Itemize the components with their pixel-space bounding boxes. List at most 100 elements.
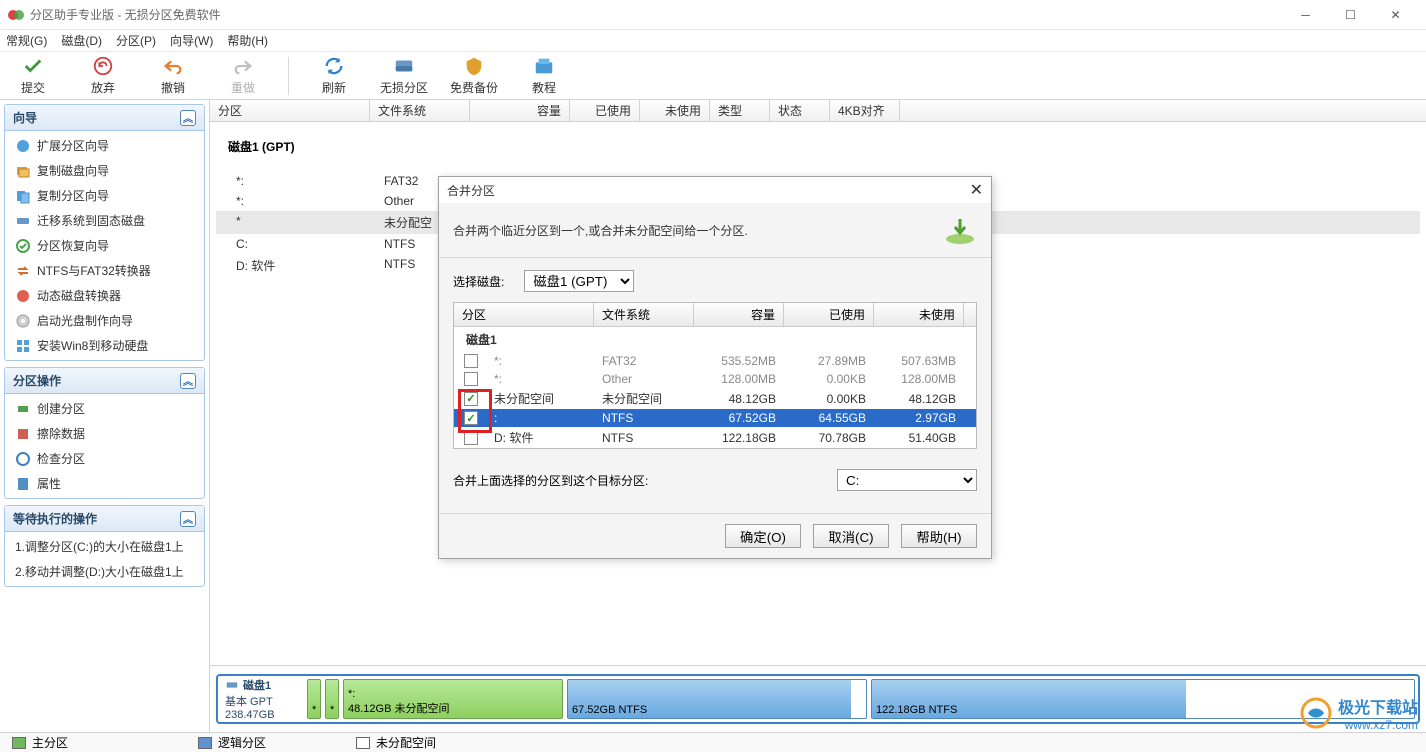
discard-icon bbox=[92, 55, 114, 77]
col-fs[interactable]: 文件系统 bbox=[370, 100, 470, 121]
help-button[interactable]: 帮助(H) bbox=[901, 524, 977, 548]
disk-segment[interactable]: * bbox=[307, 679, 321, 719]
sidebar-item-win8[interactable]: 安装Win8到移动硬盘 bbox=[5, 333, 204, 358]
ops-panel-title: 分区操作 bbox=[13, 372, 61, 389]
disk-segment[interactable]: * bbox=[325, 679, 339, 719]
recover-icon bbox=[15, 238, 31, 254]
merge-dialog: 合并分区 ✕ 合并两个临近分区到一个,或合并未分配空间给一个分区. 选择磁盘: … bbox=[438, 176, 992, 559]
tutorial-button[interactable]: 教程 bbox=[519, 55, 569, 96]
undo-icon bbox=[162, 55, 184, 77]
redo-icon bbox=[232, 55, 254, 77]
commit-button[interactable]: 提交 bbox=[8, 55, 58, 96]
dcol-free[interactable]: 未使用 bbox=[874, 303, 964, 326]
sidebar-item-ntfs-fat32[interactable]: NTFS与FAT32转换器 bbox=[5, 258, 204, 283]
dialog-close-button[interactable]: ✕ bbox=[970, 180, 983, 200]
maximize-button[interactable]: ☐ bbox=[1328, 1, 1373, 29]
dialog-row[interactable]: :NTFS67.52GB64.55GB2.97GB bbox=[454, 409, 976, 427]
merge-icon bbox=[943, 213, 977, 247]
menu-partition[interactable]: 分区(P) bbox=[116, 32, 156, 49]
sidebar-item-props[interactable]: 属性 bbox=[5, 471, 204, 496]
ssd-icon bbox=[15, 213, 31, 229]
target-label: 合并上面选择的分区到这个目标分区: bbox=[453, 472, 648, 489]
dcol-partition[interactable]: 分区 bbox=[454, 303, 594, 326]
checkbox[interactable] bbox=[464, 411, 478, 425]
menu-wizard[interactable]: 向导(W) bbox=[170, 32, 213, 49]
menu-general[interactable]: 常规(G) bbox=[6, 32, 47, 49]
wizard-panel: 向导 ︽ 扩展分区向导 复制磁盘向导 复制分区向导 迁移系统到固态磁盘 分区恢复向… bbox=[4, 104, 205, 361]
dialog-disk-row: 磁盘1 bbox=[454, 327, 976, 352]
dcol-fs[interactable]: 文件系统 bbox=[594, 303, 694, 326]
minimize-button[interactable]: ─ bbox=[1283, 1, 1328, 29]
sidebar-item-copy-partition[interactable]: 复制分区向导 bbox=[5, 183, 204, 208]
pending-panel-title: 等待执行的操作 bbox=[13, 510, 97, 527]
dcol-used[interactable]: 已使用 bbox=[784, 303, 874, 326]
dialog-row[interactable]: *:FAT32535.52MB27.89MB507.63MB bbox=[454, 352, 976, 370]
sidebar-item-wipe[interactable]: 擦除数据 bbox=[5, 421, 204, 446]
sidebar-item-check[interactable]: 检查分区 bbox=[5, 446, 204, 471]
toolbar-separator bbox=[288, 57, 289, 95]
dialog-row[interactable]: D: 软件NTFS122.18GB70.78GB51.40GB bbox=[454, 427, 976, 448]
toolbar: 提交 放弃 撤销 重做 刷新 无损分区 免费备份 教程 bbox=[0, 52, 1426, 100]
tutorial-icon bbox=[533, 55, 555, 77]
dialog-titlebar[interactable]: 合并分区 ✕ bbox=[439, 177, 991, 203]
sidebar-item-extend[interactable]: 扩展分区向导 bbox=[5, 133, 204, 158]
sidebar-item-migrate-ssd[interactable]: 迁移系统到固态磁盘 bbox=[5, 208, 204, 233]
dialog-row[interactable]: 未分配空间未分配空间48.12GB0.00KB48.12GB bbox=[454, 388, 976, 409]
collapse-icon[interactable]: ︽ bbox=[180, 110, 196, 126]
app-icon bbox=[8, 7, 24, 23]
status-bar: 主分区 逻辑分区 未分配空间 bbox=[0, 732, 1426, 752]
props-icon bbox=[15, 476, 31, 492]
undo-button[interactable]: 撤销 bbox=[148, 55, 198, 96]
sidebar-item-create[interactable]: 创建分区 bbox=[5, 396, 204, 421]
col-capacity[interactable]: 容量 bbox=[470, 100, 570, 121]
dcol-capacity[interactable]: 容量 bbox=[694, 303, 784, 326]
check-part-icon bbox=[15, 451, 31, 467]
window-title: 分区助手专业版 - 无损分区免费软件 bbox=[30, 6, 221, 23]
sidebar-item-dynamic[interactable]: 动态磁盘转换器 bbox=[5, 283, 204, 308]
watermark-url: www.xz7.com bbox=[1338, 718, 1418, 732]
disk-bar: 磁盘1 基本 GPT 238.47GB * * *:48.12GB 未分配空间 … bbox=[210, 665, 1426, 732]
checkbox[interactable] bbox=[464, 392, 478, 406]
collapse-icon[interactable]: ︽ bbox=[180, 373, 196, 389]
backup-icon bbox=[463, 55, 485, 77]
menu-disk[interactable]: 磁盘(D) bbox=[61, 32, 102, 49]
lossless-button[interactable]: 无损分区 bbox=[379, 55, 429, 96]
col-partition[interactable]: 分区 bbox=[210, 100, 370, 121]
sidebar-item-bootcd[interactable]: 启动光盘制作向导 bbox=[5, 308, 204, 333]
sidebar-item-recover[interactable]: 分区恢复向导 bbox=[5, 233, 204, 258]
dialog-description: 合并两个临近分区到一个,或合并未分配空间给一个分区. bbox=[453, 222, 748, 239]
pending-item[interactable]: 1.调整分区(C:)的大小在磁盘1上 bbox=[5, 534, 204, 559]
col-4kb[interactable]: 4KB对齐 bbox=[830, 100, 900, 121]
checkbox[interactable] bbox=[464, 431, 478, 445]
disk-segment-unallocated[interactable]: *:48.12GB 未分配空间 bbox=[343, 679, 563, 719]
disk-group-header: 磁盘1 (GPT) bbox=[216, 134, 1420, 159]
pending-item[interactable]: 2.移动并调整(D:)大小在磁盘1上 bbox=[5, 559, 204, 584]
collapse-icon[interactable]: ︽ bbox=[180, 511, 196, 527]
select-disk-dropdown[interactable]: 磁盘1 (GPT) bbox=[524, 270, 634, 292]
col-used[interactable]: 已使用 bbox=[570, 100, 640, 121]
wizard-panel-title: 向导 bbox=[13, 109, 37, 126]
dialog-title: 合并分区 bbox=[447, 182, 495, 199]
redo-button[interactable]: 重做 bbox=[218, 55, 268, 96]
sidebar-item-copy-disk[interactable]: 复制磁盘向导 bbox=[5, 158, 204, 183]
menu-help[interactable]: 帮助(H) bbox=[227, 32, 268, 49]
copy-part-icon bbox=[15, 188, 31, 204]
sidebar: 向导 ︽ 扩展分区向导 复制磁盘向导 复制分区向导 迁移系统到固态磁盘 分区恢复向… bbox=[0, 100, 210, 732]
close-button[interactable]: ✕ bbox=[1373, 1, 1418, 29]
cancel-button[interactable]: 取消(C) bbox=[813, 524, 889, 548]
ok-button[interactable]: 确定(O) bbox=[725, 524, 801, 548]
target-select[interactable]: C: bbox=[837, 469, 977, 491]
wipe-icon bbox=[15, 426, 31, 442]
extend-icon bbox=[15, 138, 31, 154]
discard-button[interactable]: 放弃 bbox=[78, 55, 128, 96]
refresh-button[interactable]: 刷新 bbox=[309, 55, 359, 96]
dialog-row[interactable]: *:Other128.00MB0.00KB128.00MB bbox=[454, 370, 976, 388]
col-type[interactable]: 类型 bbox=[710, 100, 770, 121]
disk-segment-c[interactable]: 67.52GB NTFS bbox=[567, 679, 867, 719]
backup-button[interactable]: 免费备份 bbox=[449, 55, 499, 96]
select-disk-label: 选择磁盘: bbox=[453, 273, 504, 290]
check-icon bbox=[22, 55, 44, 77]
col-free[interactable]: 未使用 bbox=[640, 100, 710, 121]
pending-panel: 等待执行的操作 ︽ 1.调整分区(C:)的大小在磁盘1上 2.移动并调整(D:)大… bbox=[4, 505, 205, 587]
col-status[interactable]: 状态 bbox=[770, 100, 830, 121]
